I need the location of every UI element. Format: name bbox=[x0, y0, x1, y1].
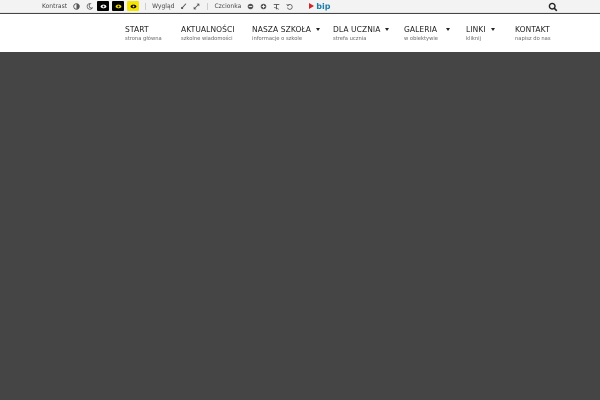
brush-icon[interactable] bbox=[178, 1, 188, 11]
reset-icon[interactable] bbox=[284, 1, 294, 11]
bip-logo[interactable]: bip bbox=[309, 2, 330, 11]
nav-item-start[interactable]: START strona główna bbox=[125, 25, 162, 42]
main-navigation: START strona główna AKTUALNOŚCI szkolne … bbox=[0, 14, 600, 52]
nav-item-subtitle: strona główna bbox=[125, 36, 162, 42]
appearance-label: Wygląd bbox=[152, 2, 175, 10]
toolbar-divider bbox=[145, 2, 147, 10]
nav-item-title: KONTAKT bbox=[515, 25, 550, 34]
text-size-icon[interactable] bbox=[271, 1, 281, 11]
nav-item-aktualnosci[interactable]: AKTUALNOŚCI szkolne wiadomości bbox=[181, 25, 235, 42]
nav-item-subtitle: informacje o szkole bbox=[252, 36, 303, 42]
moon-icon[interactable] bbox=[84, 1, 94, 11]
eye-contrast-dark-icon[interactable] bbox=[97, 1, 110, 11]
caret-down-icon bbox=[446, 28, 451, 31]
caret-down-icon bbox=[316, 28, 321, 31]
nav-item-linki[interactable]: LINKI kliknij bbox=[466, 25, 495, 42]
font-increase-icon[interactable] bbox=[258, 1, 268, 11]
main-content-area bbox=[0, 52, 600, 400]
search-icon[interactable] bbox=[548, 2, 558, 12]
font-decrease-icon[interactable] bbox=[245, 1, 255, 11]
nav-item-title: GALERIA bbox=[404, 25, 438, 34]
nav-item-nasza-szkola[interactable]: NASZA SZKOŁA informacje o szkole bbox=[252, 25, 321, 42]
toolbar-divider bbox=[207, 2, 209, 10]
contrast-default-icon[interactable] bbox=[71, 1, 81, 11]
bip-logo-text: bip bbox=[316, 1, 331, 11]
nav-item-kontakt[interactable]: KONTAKT napisz do nas bbox=[515, 25, 551, 42]
nav-item-subtitle: kliknij bbox=[466, 36, 482, 42]
caret-down-icon bbox=[490, 28, 495, 31]
nav-item-title: START bbox=[125, 25, 149, 34]
nav-item-title: NASZA SZKOŁA bbox=[252, 25, 312, 34]
nav-item-title: DLA UCZNIA bbox=[333, 25, 381, 34]
nav-item-subtitle: szkolne wiadomości bbox=[181, 36, 233, 42]
caret-down-icon bbox=[385, 28, 390, 31]
nav-item-title: LINKI bbox=[466, 25, 486, 34]
nav-item-dla-ucznia[interactable]: DLA UCZNIA strefa ucznia bbox=[333, 25, 390, 42]
eye-contrast-yellow-on-black-icon[interactable] bbox=[112, 1, 125, 11]
nav-item-subtitle: strefa ucznia bbox=[333, 36, 367, 42]
contrast-label: Kontrast bbox=[42, 2, 68, 10]
nav-item-title: AKTUALNOŚCI bbox=[181, 25, 235, 34]
nav-item-subtitle: napisz do nas bbox=[515, 36, 551, 42]
font-label: Czcionka bbox=[214, 2, 242, 10]
nav-item-galeria[interactable]: GALERIA w obiektywie bbox=[404, 25, 451, 42]
eye-contrast-black-on-yellow-icon[interactable] bbox=[127, 1, 140, 11]
accessibility-toolbar: Kontrast Wygląd Czcionka bip bbox=[0, 0, 600, 13]
expand-icon[interactable] bbox=[191, 1, 201, 11]
nav-item-subtitle: w obiektywie bbox=[404, 36, 438, 42]
bip-flag-icon bbox=[309, 3, 315, 9]
